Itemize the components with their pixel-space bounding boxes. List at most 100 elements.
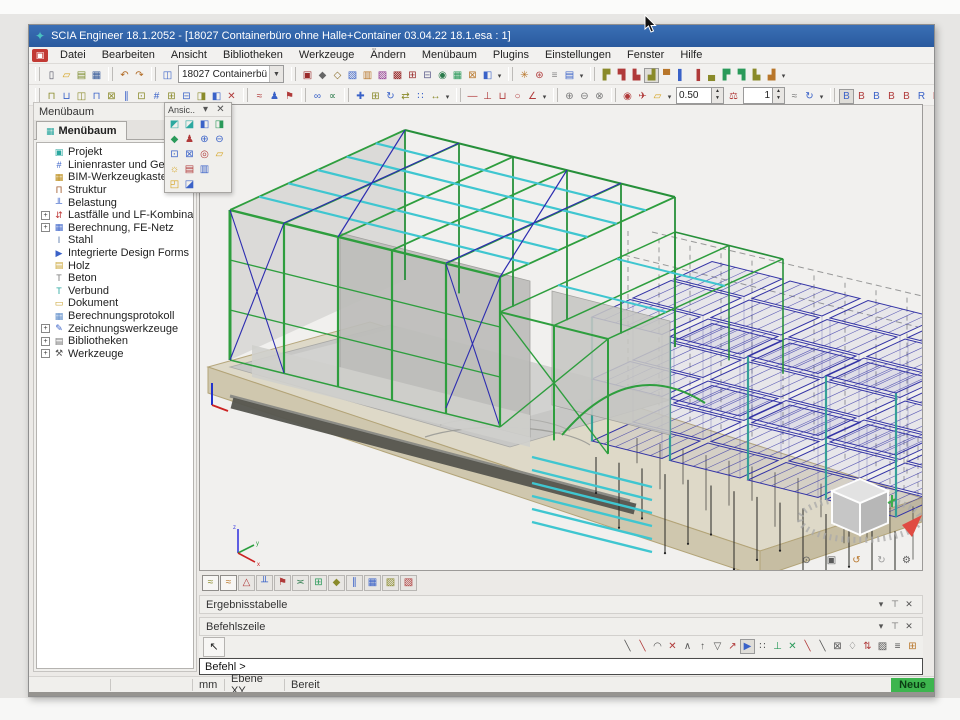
flag-load-icon[interactable]: ⚑: [282, 89, 297, 104]
result-normal-icon[interactable]: B: [839, 89, 854, 104]
snap-lines-icon[interactable]: ≡: [890, 639, 905, 654]
palette-menu-caret[interactable]: ▾: [198, 102, 213, 117]
rib-icon[interactable]: ▀: [659, 68, 674, 83]
angle-tool-icon[interactable]: ∠: [525, 89, 540, 104]
cursor-snap-icon[interactable]: ▶: [740, 639, 755, 654]
truss-icon[interactable]: ▙: [749, 68, 764, 83]
zoom-out-icon[interactable]: ⊖: [212, 132, 227, 147]
palette-header[interactable]: Ansic... ▾✕: [165, 103, 231, 117]
snap-midpoint-icon[interactable]: ╲: [635, 639, 650, 654]
toolbar-grip[interactable]: [508, 67, 513, 81]
toolbar-grip[interactable]: [590, 67, 595, 81]
scale-spinner[interactable]: 0.50 ▲▼: [676, 87, 724, 104]
combobox-caret-icon[interactable]: ▼: [269, 66, 283, 82]
walk-person-icon[interactable]: ♟: [267, 89, 282, 104]
command-panel-header[interactable]: Befehlszeile ▾⊤✕: [199, 617, 923, 636]
tree-item-zeichnungswerkzeuge[interactable]: +✎Zeichnungswerkzeuge: [37, 322, 193, 335]
dropdown-caret[interactable]: ▾: [577, 68, 586, 83]
view-side-icon[interactable]: ◧: [197, 117, 212, 132]
dropdown-caret[interactable]: ▾: [443, 89, 452, 104]
fly-view-icon[interactable]: ✈: [635, 89, 650, 104]
menu-datei[interactable]: Datei: [52, 48, 94, 62]
rotate-view-icon[interactable]: ↻: [802, 89, 817, 104]
result-shear-icon[interactable]: B: [854, 89, 869, 104]
result-displacement-icon[interactable]: B: [899, 89, 914, 104]
toolbar-grip[interactable]: [344, 88, 349, 102]
tree-expander[interactable]: +: [41, 337, 50, 346]
toolbar-grip[interactable]: [243, 88, 248, 102]
pin-icon[interactable]: ⊤: [888, 597, 902, 612]
toolbar-grip[interactable]: [35, 88, 40, 102]
tree-item-holz[interactable]: ▤Holz: [37, 259, 193, 272]
split-view-icon[interactable]: ◫: [160, 68, 175, 83]
close-icon[interactable]: ✕: [902, 619, 916, 634]
free-load-icon[interactable]: ≈: [252, 89, 267, 104]
cursor-mode-button[interactable]: ↖: [203, 637, 225, 657]
snap-arc-icon[interactable]: ◠: [650, 639, 665, 654]
steel-tab[interactable]: ▦: [364, 575, 381, 591]
zoom-selection-icon[interactable]: ◎: [197, 147, 212, 162]
new-layout-icon[interactable]: ⊠: [465, 68, 480, 83]
cross-section-icon[interactable]: ▙: [629, 68, 644, 83]
toolbar-grip[interactable]: [108, 67, 113, 81]
dropdown-caret[interactable]: ▾: [779, 68, 788, 83]
profile-tool-icon[interactable]: ⊔: [495, 89, 510, 104]
perspective-icon[interactable]: ◆: [167, 132, 182, 147]
orbit-alt-icon[interactable]: ↻: [874, 553, 889, 568]
ansicht-palette[interactable]: Ansic... ▾✕ ◩◪◧◨ ◆♟⊕⊖ ⊡⊠◎▱ ☼▤▥ ◰◪: [164, 102, 232, 193]
toolbar-grip[interactable]: [830, 88, 835, 102]
redo-icon[interactable]: ↷: [132, 68, 147, 83]
visualization-icon[interactable]: ✳: [517, 68, 532, 83]
haunch-icon[interactable]: ▟: [644, 68, 659, 83]
snap-vertical-icon[interactable]: ⇅: [860, 639, 875, 654]
move-icon[interactable]: ✚: [353, 89, 368, 104]
supports-tab[interactable]: ≍: [292, 575, 309, 591]
structure-tab[interactable]: △: [238, 575, 255, 591]
view-top-icon[interactable]: ◩: [167, 117, 182, 132]
result-moment-icon[interactable]: B: [869, 89, 884, 104]
preview-icon[interactable]: ◉: [435, 68, 450, 83]
zoom-in-icon[interactable]: ⊕: [197, 132, 212, 147]
mirror-icon[interactable]: ⇄: [398, 89, 413, 104]
find-object-icon[interactable]: ⊛: [532, 68, 547, 83]
render-image-alt-icon[interactable]: ▥: [197, 162, 212, 177]
loads-tab[interactable]: ╨: [256, 575, 273, 591]
tree-expander[interactable]: +: [41, 349, 50, 358]
snap-diagonal2-icon[interactable]: ╲: [815, 639, 830, 654]
menu-fenster[interactable]: Fenster: [619, 48, 672, 62]
tree-expander[interactable]: +: [41, 223, 50, 232]
render-image-icon[interactable]: ▤: [182, 162, 197, 177]
hatch-tab[interactable]: ◆: [328, 575, 345, 591]
result-stress-icon[interactable]: B: [884, 89, 899, 104]
array-icon[interactable]: ∷: [413, 89, 428, 104]
snap-hatch-icon[interactable]: ▨: [875, 639, 890, 654]
snap-ortho-icon[interactable]: ✕: [785, 639, 800, 654]
group-icon[interactable]: ⊕: [562, 89, 577, 104]
wave-view-icon[interactable]: ≈: [787, 89, 802, 104]
open-layer-icon[interactable]: ▱: [650, 89, 665, 104]
snap-perpendicular-icon[interactable]: ⊥: [770, 639, 785, 654]
snap-tangent-icon[interactable]: ▽: [710, 639, 725, 654]
spinner-arrows[interactable]: ▲▼: [772, 88, 784, 103]
toolbar-grip[interactable]: [35, 67, 40, 81]
solid-render-icon[interactable]: ◆: [315, 68, 330, 83]
model-3d-canvas[interactable]: zyx: [200, 105, 923, 571]
results-panel-header[interactable]: Ergebnisstabelle ▾⊤✕: [199, 595, 923, 614]
walk-mode-icon[interactable]: ♟: [182, 132, 197, 147]
perpendicular-tool-icon[interactable]: ⊥: [480, 89, 495, 104]
report-icon[interactable]: ▤: [562, 68, 577, 83]
undo-icon[interactable]: ↶: [117, 68, 132, 83]
collapse-icon[interactable]: ▾: [874, 619, 888, 634]
line-tool-icon[interactable]: —: [465, 89, 480, 104]
result-reaction-icon[interactable]: R: [914, 89, 929, 104]
open-viewpoint-icon[interactable]: ▱: [212, 147, 227, 162]
toolbar-grip[interactable]: [301, 88, 306, 102]
concrete-tab[interactable]: ▨: [382, 575, 399, 591]
command-input[interactable]: Befehl >: [199, 658, 923, 675]
zoom-all-icon[interactable]: ⊠: [182, 147, 197, 162]
dropdown-caret[interactable]: ▾: [817, 89, 826, 104]
snap-grid-icon[interactable]: ∷: [755, 639, 770, 654]
count-spinner[interactable]: 1 ▲▼: [743, 87, 785, 104]
snap-line-icon[interactable]: ╲: [620, 639, 635, 654]
snap-diagonal-icon[interactable]: ╲: [800, 639, 815, 654]
